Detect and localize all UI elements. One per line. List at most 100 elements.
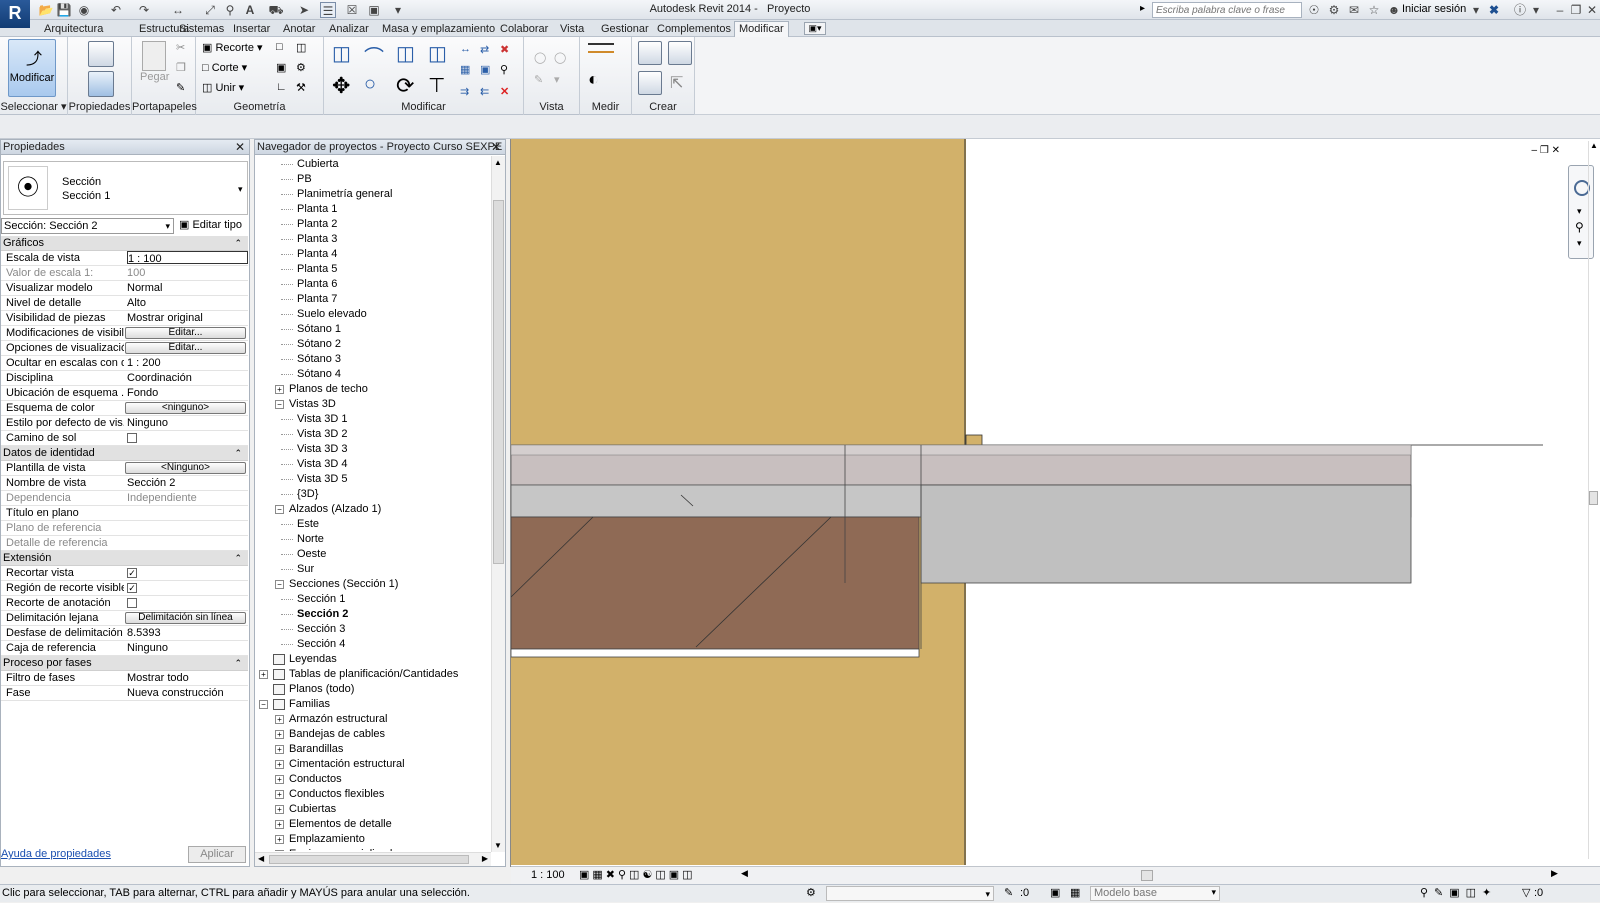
vg-edit-button[interactable]: Editar... [125,327,246,339]
array-icon[interactable]: ▦ [460,63,470,76]
prop-value[interactable]: Normal [127,281,248,295]
type-selector[interactable]: ⦿ Sección Sección 1 ▾ [3,161,248,215]
expand-icon[interactable]: + [275,385,284,394]
switch-windows-icon[interactable]: ▣ [366,2,382,18]
copy-elements-icon[interactable]: ○ [364,73,376,96]
prop-value[interactable]: Coordinación [127,371,248,385]
text-icon[interactable]: A [242,2,258,18]
browser-item[interactable]: Vista 3D 5 [255,472,491,487]
exchange-apps-icon[interactable]: ✖ [1486,2,1502,18]
apply-button[interactable]: Aplicar [188,846,246,863]
create-similar-icon[interactable]: ⇱ [670,73,683,93]
prop-discipline[interactable]: Disciplina Coordinación [1,371,248,386]
graphic-options-edit-button[interactable]: Editar... [125,342,246,354]
redo-icon[interactable]: ↷ [136,2,152,18]
browser-item[interactable]: + Cubiertas [255,802,491,817]
browser-item[interactable]: Sótano 3 [255,352,491,367]
prop-display-model[interactable]: Visualizar modelo Normal [1,281,248,296]
browser-item[interactable]: Este [255,517,491,532]
tab-gestionar[interactable]: Gestionar [597,22,653,37]
browser-item[interactable]: Oeste [255,547,491,562]
worksets-icon[interactable]: ⚙ [806,885,816,902]
collapse-icon[interactable]: − [275,505,284,514]
expand-icon[interactable]: + [259,670,268,679]
canvas-hscroll-thumb[interactable] [1141,870,1153,881]
panel-toggle-icon[interactable]: ▣▾ [804,22,826,35]
browser-hscroll-thumb[interactable] [269,855,469,864]
scale-input[interactable]: 1 : 100 [127,251,248,264]
browser-item[interactable]: Cubierta [255,157,491,172]
browser-item[interactable]: Sección 4 [255,637,491,652]
expand-icon[interactable]: + [275,715,284,724]
prop-parts-visibility[interactable]: Visibilidad de piezas Mostrar original [1,311,248,326]
view-scale-button[interactable]: 1 : 100 [531,869,565,881]
hammer-icon[interactable]: ⚒ [296,81,306,94]
crop-view-checkbox[interactable]: ✓ [127,568,137,578]
close-window-icon[interactable]: ✕ [1584,2,1600,18]
browser-item[interactable]: − Familias [255,697,491,712]
trim-extend-single-icon[interactable]: ⇉ [460,85,469,98]
create-parts-icon[interactable] [668,41,692,65]
collapse-icon[interactable]: − [275,580,284,589]
scroll-left-icon[interactable]: ◀ [258,854,264,863]
paste-icon[interactable] [142,41,166,71]
split-gap-icon[interactable]: ⇄ [480,43,489,56]
nav-dropdown-icon[interactable]: ▾ [1577,206,1582,217]
view-scroll-right-icon[interactable]: ▶ [1551,868,1558,879]
prop-value[interactable]: Ninguno [127,416,248,430]
favorites-star-icon[interactable]: ☆ [1366,2,1382,18]
3d-view-icon[interactable]: ⛟ [268,2,284,18]
sync-icon[interactable]: ◉ [76,2,92,18]
prop-title-on-sheet[interactable]: Título en plano [1,506,248,521]
mirror-draw-icon[interactable]: ◫ [428,41,447,66]
expand-icon[interactable]: + [275,790,284,799]
zoom-region-icon[interactable]: ⚲ [1575,220,1584,234]
design-option-dropdown[interactable]: Modelo base ▾ [1090,886,1220,901]
help-icon[interactable]: ⓘ [1512,2,1528,18]
browser-item[interactable]: − Vistas 3D [255,397,491,412]
prop-color-scheme-location[interactable]: Ubicación de esquema ... Fondo [1,386,248,401]
close-browser-icon[interactable]: ✕ [491,140,501,154]
cope-button[interactable]: ▣ Recorte ▾ [202,41,263,54]
browser-item[interactable]: Leyendas [255,652,491,667]
trim-extend-multiple-icon[interactable]: ⇇ [480,85,489,98]
tab-masa-y-emplazamiento[interactable]: Masa y emplazamiento [378,22,499,37]
main-model-icon[interactable]: ▦ [1070,885,1080,902]
expand-arrow-icon[interactable]: ▸ [1140,3,1145,14]
browser-item[interactable]: Planta 2 [255,217,491,232]
unpin-icon[interactable]: ✖ [500,43,509,56]
type-dropdown-icon[interactable]: ▾ [238,184,243,195]
prop-value[interactable]: Alto [127,296,248,310]
browser-item[interactable]: Vista 3D 2 [255,427,491,442]
demolish-icon[interactable]: ⚙ [296,61,306,74]
prop-value[interactable]: Fondo [127,386,248,400]
close-properties-icon[interactable]: ✕ [235,140,245,154]
sun-path-checkbox[interactable] [127,433,137,443]
sign-in-link[interactable]: Iniciar sesión [1402,3,1466,15]
annotation-crop-checkbox[interactable] [127,598,137,608]
browser-item[interactable]: − Alzados (Alzado 1) [255,502,491,517]
offset-icon[interactable]: ⌒ [364,41,384,70]
prop-detail-level[interactable]: Nivel de detalle Alto [1,296,248,311]
browser-item[interactable]: Planta 7 [255,292,491,307]
dimension-aligned-icon[interactable]: ◐ [588,69,599,90]
scale-icon[interactable]: ▣ [480,63,490,76]
browser-hscrollbar[interactable]: ◀ ▶ [255,852,491,866]
browser-item[interactable]: Planta 6 [255,277,491,292]
split-face-icon[interactable]: ▣ [276,61,286,74]
browser-item[interactable]: Planimetría general [255,187,491,202]
browser-item[interactable]: + Equipos especializados [255,847,491,851]
browser-item[interactable]: + Bandejas de cables [255,727,491,742]
cut-icon[interactable]: ✂ [176,41,185,54]
tab-analizar[interactable]: Analizar [325,22,373,37]
pin-icon[interactable]: ⚲ [500,63,508,76]
collapse-icon[interactable]: − [259,700,268,709]
expand-icon[interactable]: + [275,730,284,739]
prop-value[interactable]: Mostrar original [127,311,248,325]
prop-view-name[interactable]: Nombre de vista Sección 2 [1,476,248,491]
help-dropdown-icon[interactable]: ▾ [1528,2,1544,18]
tag-icon[interactable]: ⚲ [222,2,238,18]
expand-icon[interactable]: + [275,850,284,851]
browser-item[interactable]: + Armazón estructural [255,712,491,727]
prop-phase-filter[interactable]: Filtro de fases Mostrar todo [1,671,248,686]
